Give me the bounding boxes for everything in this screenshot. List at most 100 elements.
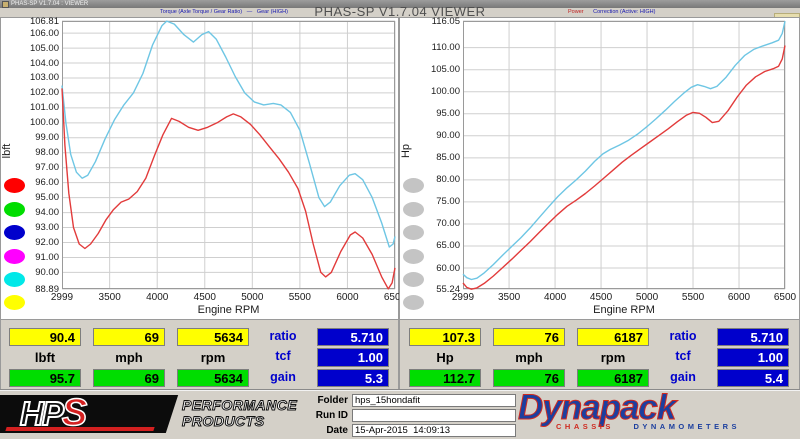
y-tick-label: 100.00: [10, 117, 59, 128]
gain-label: gain: [661, 369, 705, 387]
x-tick-label: 3500: [88, 292, 132, 303]
x-tick-label: 5500: [278, 292, 322, 303]
torque-mode-text: Torque (Axle Torque / Gear Ratio): [160, 9, 242, 15]
peak-rpm-cell: 6187: [577, 369, 649, 387]
run-swatch-red[interactable]: [4, 178, 25, 193]
x-tick-label: 2999: [40, 292, 84, 303]
cursor-mph-cell: 76: [493, 328, 565, 346]
correction-mode-text: Correction (Active: HIGH): [593, 9, 655, 15]
torque-table-panel: 90.4 69 5634 ratio 5.710 lbft mph rpm tc…: [0, 320, 399, 390]
cursor-mph-cell: 69: [93, 328, 165, 346]
y-tick-label: 106.81: [10, 16, 59, 27]
x-axis-title: Engine RPM: [62, 304, 395, 316]
cursor-torque-cell: 90.4: [9, 328, 81, 346]
run-swatch-cyan[interactable]: [4, 272, 25, 287]
ratio-value-cell: 5.710: [717, 328, 789, 346]
tcf-value-cell: 1.00: [717, 348, 789, 367]
ratio-label: ratio: [661, 328, 705, 346]
plot-area[interactable]: [463, 21, 785, 289]
charts-region: 106.81106.00 105.00 104.00 103.00 102.00 101.…: [0, 17, 800, 320]
run-swatch-gray[interactable]: [403, 295, 424, 310]
x-tick-label: 6500: [763, 292, 800, 303]
power-data-table: 107.3 76 6187 ratio 5.710 Hp mph rpm tcf…: [409, 328, 789, 387]
x-tick-label: 2999: [441, 292, 485, 303]
x-tick-label: 5500: [671, 292, 715, 303]
run-swatch-gray[interactable]: [403, 178, 424, 193]
plot-area[interactable]: [62, 21, 395, 289]
y-tick-label: 104.00: [10, 58, 59, 69]
y-tick-label: 116.05: [411, 16, 460, 27]
torque-data-table: 90.4 69 5634 ratio 5.710 lbft mph rpm tc…: [9, 328, 389, 387]
rpm-unit-label: rpm: [177, 348, 249, 367]
tcf-label: tcf: [261, 348, 305, 367]
date-input[interactable]: [352, 424, 516, 437]
run-id-input[interactable]: [352, 409, 516, 422]
y-axis-title: Hp: [400, 131, 412, 171]
y-tick-label: 106.00: [10, 28, 59, 39]
torque-chart-panel: 106.81106.00 105.00 104.00 103.00 102.00 101.…: [0, 17, 399, 320]
curve-red: [463, 46, 785, 290]
y-tick-label: 102.00: [10, 87, 59, 98]
hps-tagline-line1: PERFORMANCE: [182, 397, 297, 413]
power-mode-label: Power Correction (Active: HIGH): [568, 9, 655, 15]
ratio-value-cell: 5.710: [317, 328, 389, 346]
cursor-hp-cell: 107.3: [409, 328, 481, 346]
y-tick-label: 98.00: [10, 147, 59, 158]
gain-value-cell: 5.4: [717, 369, 789, 387]
hps-tagline-line2: PRODUCTS: [182, 413, 297, 429]
run-id-label: Run ID: [298, 410, 348, 421]
peak-mph-cell: 76: [493, 369, 565, 387]
gear-mode-text: Gear (HIGH): [257, 9, 288, 15]
y-tick-label: 100.00: [411, 86, 460, 97]
hps-s-letter: S: [62, 392, 85, 434]
y-tick-label: 99.00: [10, 132, 59, 143]
x-tick-label: 4500: [183, 292, 227, 303]
mph-unit-label: mph: [493, 348, 565, 367]
x-tick-label: 5000: [230, 292, 274, 303]
hps-tagline: PERFORMANCE PRODUCTS: [182, 397, 297, 429]
peak-hp-cell: 112.7: [409, 369, 481, 387]
tcf-label: tcf: [661, 348, 705, 367]
run-swatch-gray[interactable]: [403, 249, 424, 264]
gain-value-cell: 5.3: [317, 369, 389, 387]
y-tick-label: 105.00: [411, 64, 460, 75]
plot-frame: [464, 22, 785, 289]
run-swatch-green[interactable]: [4, 202, 25, 217]
y-tick-label: 90.00: [411, 130, 460, 141]
y-tick-label: 95.00: [411, 108, 460, 119]
tables-region: 90.4 69 5634 ratio 5.710 lbft mph rpm tc…: [0, 320, 800, 390]
dynapack-caption: CHASSIS DYNAMOMETERS: [556, 422, 740, 431]
y-axis-title: lbft: [1, 131, 13, 171]
date-label: Date: [298, 425, 348, 436]
curve-red: [62, 88, 395, 289]
folder-input[interactable]: [352, 394, 516, 407]
x-tick-label: 4000: [533, 292, 577, 303]
run-swatch-magenta[interactable]: [4, 249, 25, 264]
run-swatch-blue[interactable]: [4, 225, 25, 240]
run-swatch-gray[interactable]: [403, 272, 424, 287]
x-tick-label: 5000: [625, 292, 669, 303]
run-swatch-gray[interactable]: [403, 225, 424, 240]
mph-unit-label: mph: [93, 348, 165, 367]
y-tick-label: 103.00: [10, 72, 59, 83]
run-info-fields: Folder Run ID Date: [298, 394, 516, 439]
torque-unit-label: lbft: [9, 348, 81, 367]
torque-mode-label: Torque (Axle Torque / Gear Ratio) — Gear…: [160, 9, 288, 15]
rpm-unit-label: rpm: [577, 348, 649, 367]
y-tick-label: 101.00: [10, 102, 59, 113]
gain-label: gain: [261, 369, 305, 387]
x-tick-label: 4000: [135, 292, 179, 303]
header-strip: PHAS-SP V1.7.04 VIEWER Torque (Axle Torq…: [0, 8, 800, 17]
cursor-rpm-cell: 6187: [577, 328, 649, 346]
ratio-label: ratio: [261, 328, 305, 346]
run-swatch-gray[interactable]: [403, 202, 424, 217]
viewer-window: PHAS-SP V1.7.04 : VIEWER PHAS-SP V1.7.04…: [0, 0, 800, 437]
power-mode-text: Power: [568, 9, 584, 15]
curve-cyan: [463, 21, 785, 279]
peak-rpm-cell: 5634: [177, 369, 249, 387]
dynapack-caption-chassis: CHASSIS: [556, 422, 614, 431]
peak-mph-cell: 69: [93, 369, 165, 387]
y-tick-label: 105.00: [10, 43, 59, 54]
run-swatch-yellow[interactable]: [4, 295, 25, 310]
hp-unit-label: Hp: [409, 348, 481, 367]
